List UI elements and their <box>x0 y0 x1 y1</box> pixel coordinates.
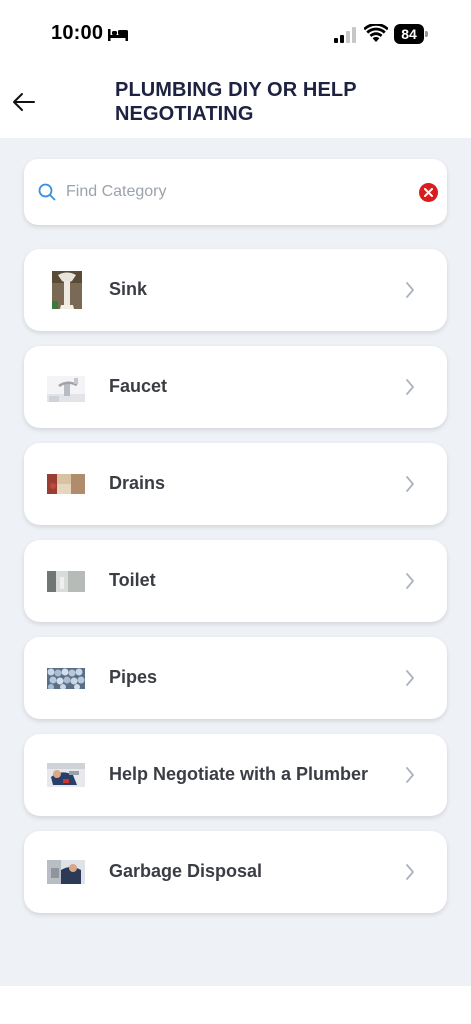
cellular-signal-icon <box>334 27 356 43</box>
category-item-garbage-disposal[interactable]: Garbage Disposal <box>24 831 447 913</box>
faucet-thumbnail <box>47 376 85 402</box>
sink-thumbnail <box>52 271 82 309</box>
battery-icon: 84 <box>394 24 428 44</box>
pipes-thumbnail <box>47 668 85 689</box>
chevron-right-icon <box>406 379 414 395</box>
status-bar: 10:00 84 <box>0 0 471 66</box>
toilet-thumbnail <box>47 571 85 592</box>
chevron-right-icon <box>406 670 414 686</box>
category-label: Help Negotiate with a Plumber <box>109 764 369 784</box>
page-title: PLUMBING DIY OR HELP NEGOTIATING <box>115 79 357 125</box>
chevron-right-icon <box>406 864 414 880</box>
bed-icon <box>108 29 128 41</box>
bottom-bar <box>0 986 471 1024</box>
search-bar <box>24 159 447 225</box>
status-time: 10:00 <box>51 22 104 44</box>
back-button[interactable] <box>6 84 42 120</box>
category-item-drains[interactable]: Drains <box>24 443 447 525</box>
search-input[interactable] <box>66 177 406 207</box>
battery-level: 84 <box>394 24 424 44</box>
arrow-left-icon <box>13 93 35 111</box>
drains-thumbnail <box>47 474 85 494</box>
chevron-right-icon <box>406 476 414 492</box>
chevron-right-icon <box>406 282 414 298</box>
category-label: Toilet <box>109 570 156 590</box>
wifi-icon <box>364 24 388 42</box>
clear-search-button[interactable] <box>419 183 438 202</box>
garbage-disposal-thumbnail <box>47 860 85 884</box>
category-item-toilet[interactable]: Toilet <box>24 540 447 622</box>
category-label: Garbage Disposal <box>109 861 263 881</box>
chevron-right-icon <box>406 573 414 589</box>
category-label: Drains <box>109 473 166 493</box>
clear-icon <box>424 188 433 197</box>
category-label: Sink <box>109 279 148 299</box>
category-label: Faucet <box>109 376 168 396</box>
category-list-area: Sink Faucet Drains <box>0 138 471 986</box>
search-icon <box>38 183 56 201</box>
plumber-thumbnail <box>47 763 85 787</box>
category-item-pipes[interactable]: Pipes <box>24 637 447 719</box>
app-header: PLUMBING DIY OR HELP NEGOTIATING <box>0 66 471 138</box>
chevron-right-icon <box>406 767 414 783</box>
category-item-faucet[interactable]: Faucet <box>24 346 447 428</box>
category-item-sink[interactable]: Sink <box>24 249 447 331</box>
category-item-help-negotiate[interactable]: Help Negotiate with a Plumber <box>24 734 447 816</box>
category-label: Pipes <box>109 667 158 687</box>
